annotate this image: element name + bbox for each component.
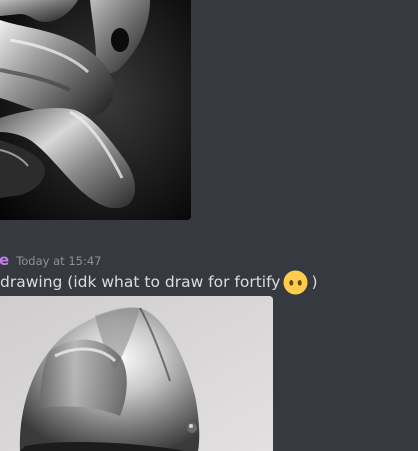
chat-area: e Today at 15:47 drawing (idk what to dr… xyxy=(0,0,418,451)
message-text-end: ) xyxy=(311,273,318,291)
message-header: e Today at 15:47 xyxy=(0,251,101,269)
username[interactable]: e xyxy=(0,251,9,269)
hand-drawing-image xyxy=(0,0,191,220)
message-content: drawing (idk what to draw for fortify ) xyxy=(0,270,318,295)
image-attachment-helmet[interactable] xyxy=(0,296,273,451)
helmet-drawing-image xyxy=(0,296,273,451)
no-mouth-emoji-icon[interactable] xyxy=(283,270,308,295)
message-text: drawing (idk what to draw for fortify xyxy=(0,273,281,291)
image-attachment-hand[interactable] xyxy=(0,0,191,220)
message-timestamp[interactable]: Today at 15:47 xyxy=(16,254,101,268)
